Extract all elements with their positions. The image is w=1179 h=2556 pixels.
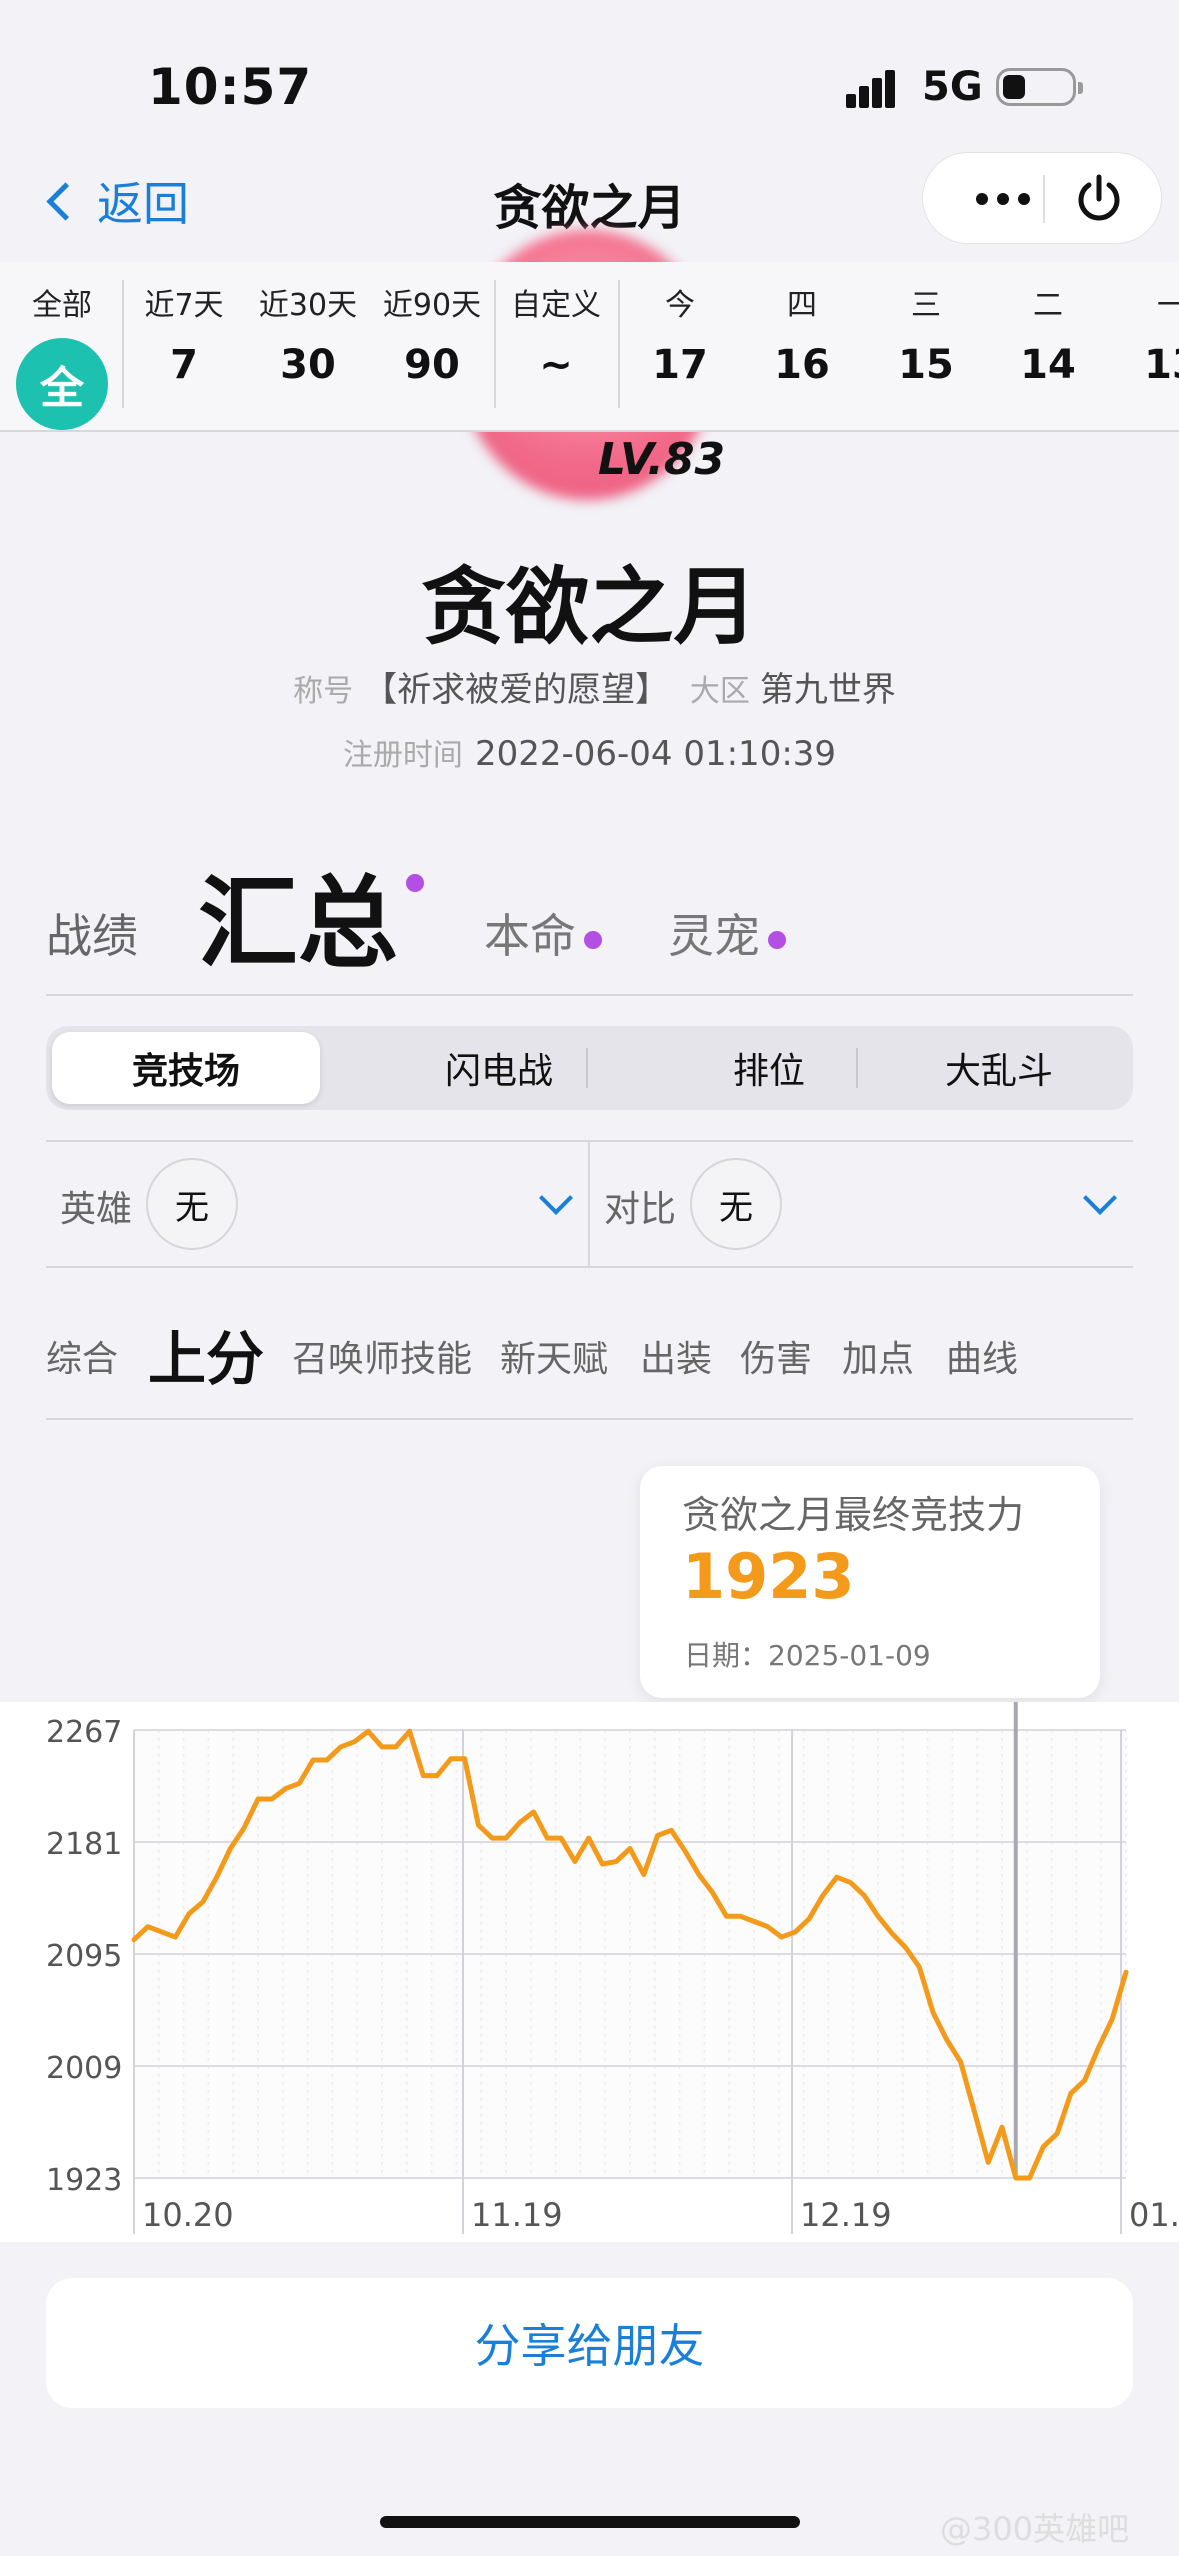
compare-selector[interactable]: 对比 无 [590,1142,1130,1266]
date-filter-7d[interactable]: 近7天 7 [122,280,246,388]
tab-benming-label: 本命 [484,909,576,963]
tab-lingchong-label: 灵宠 [668,909,760,963]
x-tick-label: 01.17 [1129,2196,1179,2234]
chevron-down-icon [539,1181,573,1215]
date-filter-value: 13 [1144,342,1179,388]
tab-benming[interactable]: 本命 [484,900,602,966]
date-filter-90d[interactable]: 近90天 90 [370,280,494,388]
title-key: 称号 [293,674,354,709]
tooltip-date: 日期：2025-01-09 [684,1639,931,1672]
date-filter-label: 今 [665,288,695,323]
compare-key: 对比 [604,1189,677,1230]
date-filter-label: 近7天 [144,288,224,323]
mini-program-capsule [922,152,1162,244]
more-button[interactable] [953,153,1053,245]
registration-row: 注册时间 2022-06-04 01:10:39 [0,730,1179,774]
date-filter-value: 16 [774,342,830,388]
date-filter-value: 15 [898,342,954,388]
hero-value: 无 [146,1158,238,1250]
title-value: 【祈求被爱的愿望】 [363,670,670,710]
date-filter-label: 三 [911,288,941,323]
date-filter-label: 四 [787,288,817,323]
y-tick-label: 2095 [46,1939,122,1974]
mode-segmented-control: 竞技场 闪电战 排位 大乱斗 [46,1026,1133,1110]
subtab-overall[interactable]: 综合 [46,1330,118,1382]
date-filter-value: 90 [404,342,460,388]
network-label: 5G [922,64,983,110]
x-tick-label: 12.19 [800,2196,892,2234]
tab-lingchong[interactable]: 灵宠 [668,900,786,966]
date-filter-30d[interactable]: 近30天 30 [246,280,370,388]
battery-icon [996,68,1083,106]
subtab-curve[interactable]: 曲线 [946,1330,1018,1382]
player-name: 贪欲之月 [421,558,758,656]
status-time: 10:57 [148,58,313,116]
divider [46,1418,1133,1420]
indicator-dot [406,874,424,892]
power-icon[interactable] [1073,173,1125,225]
y-tick-label: 2267 [46,1715,122,1750]
indicator-dot [584,930,602,949]
date-filter-label: 二 [1033,288,1063,323]
y-tick-label: 1923 [46,2163,122,2198]
date-filter-mon[interactable]: 一 13 [1110,280,1179,388]
x-tick-label: 11.19 [471,2196,563,2234]
y-tick-label: 2009 [46,2051,122,2086]
level-badge: LV.83 [598,434,726,485]
watermark: @300英雄吧 [940,2510,1130,2548]
date-filter-custom[interactable]: 自定义 ~ [494,280,618,388]
indicator-dot [768,930,786,949]
region-value: 第九世界 [759,670,896,710]
y-tick-label: 2181 [46,1827,122,1862]
date-filter-label: 近90天 [382,288,482,323]
home-indicator [380,2516,800,2528]
date-filter-all[interactable]: 全部 全 [0,280,124,430]
share-button[interactable]: 分享给朋友 [46,2278,1133,2408]
signal-icon [846,68,906,108]
date-filter-value: 30 [280,342,336,388]
subtab-build[interactable]: 出装 [640,1330,712,1382]
date-filter-today[interactable]: 今 17 [618,280,742,388]
date-filter-wed[interactable]: 三 15 [864,280,988,388]
divider [46,994,1133,996]
registration-value: 2022-06-04 01:10:39 [474,734,837,774]
record-label: 战绩 [46,909,138,963]
profile-meta: 称号 【祈求被爱的愿望】 大区 第九世界 [0,662,1179,711]
region-key: 大区 [689,674,750,709]
subtab-damage[interactable]: 伤害 [740,1330,812,1382]
date-filter-tue[interactable]: 二 14 [986,280,1110,388]
subtab-points[interactable]: 加点 [842,1330,914,1382]
mode-arena[interactable]: 竞技场 [52,1032,320,1104]
tooltip-value: 1923 [682,1540,855,1613]
date-filter-label: 一 [1110,280,1179,324]
subtab-summoner-skills[interactable]: 召唤师技能 [292,1330,472,1382]
date-filter-value: 17 [652,342,708,388]
rating-line-chart[interactable]: 2267 2181 2095 2009 1923 10.20 11.19 12.19 01.17 [0,1702,1179,2242]
subtab-talents[interactable]: 新天赋 [500,1330,608,1382]
date-filter-value: 14 [1020,342,1076,388]
registration-key: 注册时间 [342,738,463,773]
subtab-rank-up[interactable]: 上分 [148,1312,264,1396]
hero-selector[interactable]: 英雄 无 [46,1142,586,1266]
tab-summary-label: 汇总 [198,865,398,982]
mode-brawl[interactable]: 大乱斗 [864,1026,1134,1110]
date-filter-strip: 全部 全 近7天 7 近30天 30 近90天 90 自定义 ~ 今 17 四 … [0,262,1179,432]
tab-summary[interactable]: 汇总 [198,842,424,987]
date-filter-thu[interactable]: 四 16 [740,280,864,388]
filter-selectors: 英雄 无 对比 无 [46,1140,1133,1268]
chart-tooltip: 贪欲之月最终竞技力 1923 日期：2025-01-09 [640,1466,1100,1698]
mode-blitz[interactable]: 闪电战 [364,1026,634,1110]
date-filter-all-badge: 全 [16,338,108,430]
date-filter-label: 近30天 [258,288,358,323]
hero-key: 英雄 [60,1189,133,1230]
compare-value: 无 [690,1158,782,1250]
date-filter-value: ~ [539,342,573,388]
date-filter-label: 自定义 [511,288,601,323]
tooltip-title: 贪欲之月最终竞技力 [682,1493,1025,1537]
chevron-down-icon [1083,1181,1117,1215]
date-filter-value: 7 [170,342,198,388]
date-filter-label: 全部 [32,288,92,323]
x-tick-label: 10.20 [142,2196,234,2234]
